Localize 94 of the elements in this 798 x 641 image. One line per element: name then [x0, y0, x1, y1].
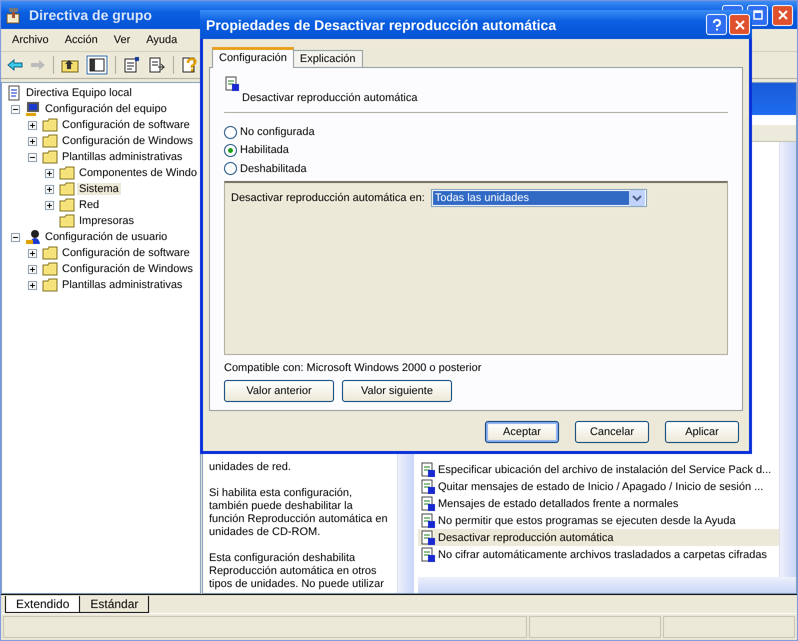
help-button[interactable] — [706, 14, 727, 35]
help-icon[interactable] — [181, 56, 199, 74]
help-icon — [712, 18, 722, 30]
back-arrow-icon[interactable] — [7, 59, 23, 71]
radio-label: No configurada — [240, 126, 315, 138]
menu-item[interactable]: Archivo — [4, 34, 57, 46]
description-text: unidades de red. — [209, 461, 292, 474]
tree-item[interactable]: Sistema — [77, 183, 121, 195]
setting-icon — [420, 530, 436, 546]
tree-item[interactable]: Configuración de Windows — [60, 263, 195, 275]
folder-icon — [42, 134, 58, 148]
folder-icon — [59, 166, 75, 180]
folder-icon — [59, 198, 75, 212]
expand-icon[interactable] — [28, 264, 37, 274]
expand-icon[interactable] — [45, 168, 54, 178]
setting-row[interactable]: Desactivar reproducción automática — [418, 529, 779, 546]
tree-item[interactable]: Configuración de usuario — [43, 231, 170, 243]
expand-icon[interactable] — [28, 248, 37, 258]
folder-up-icon[interactable] — [61, 57, 79, 73]
setting-icon — [420, 512, 436, 528]
setting-row[interactable]: Quitar mensajes de estado de Inicio / Apagado / Inicio de sesión ... — [418, 478, 779, 495]
tree-item[interactable]: Plantillas administrativas — [60, 279, 184, 291]
window-title: Directiva de grupo — [29, 7, 152, 23]
setting-icon — [420, 462, 436, 478]
setting-row[interactable]: No permitir que estos programas se ejecuten desde la Ayuda — [418, 512, 779, 529]
tree-item[interactable]: Configuración de software — [60, 247, 192, 259]
radio-button[interactable] — [224, 144, 237, 157]
radio-label: Habilitada — [240, 144, 289, 156]
tree-item[interactable]: Red — [77, 199, 102, 211]
menu-item[interactable]: Ver — [106, 34, 138, 46]
tree-item[interactable]: Configuración del equipo — [43, 103, 169, 115]
folder-icon — [42, 118, 58, 132]
setting-icon — [420, 496, 436, 512]
tree-item[interactable]: Plantillas administrativas — [60, 151, 184, 163]
user-icon — [25, 229, 41, 245]
dialog-button[interactable]: Cancelar — [575, 421, 649, 443]
setting-row[interactable]: No cifrar automáticamente archivos trasladados a carpetas cifradas — [418, 546, 779, 563]
compatibility-text: Compatible con: Microsoft Windows 2000 o posterior — [224, 362, 482, 374]
dialog-title: Propiedades de Desactivar reproducción automática — [206, 16, 556, 32]
collapse-icon[interactable] — [11, 232, 20, 242]
close-button[interactable] — [729, 14, 750, 35]
tree-item[interactable]: Componentes de Windo — [77, 167, 200, 179]
tree-toggle-icon[interactable] — [86, 55, 108, 75]
nav-button[interactable]: Valor anterior — [224, 380, 334, 402]
scroll-icon — [6, 85, 22, 101]
expand-icon[interactable] — [45, 184, 54, 194]
properties-icon[interactable] — [123, 56, 141, 74]
folder-icon — [59, 214, 75, 228]
expand-icon[interactable] — [28, 280, 37, 290]
computer-icon — [25, 101, 41, 117]
export-list-icon[interactable] — [148, 56, 166, 74]
setting-row[interactable]: Especificar ubicación del archivo de instalación del Service Pack d... — [418, 461, 779, 478]
tree-item[interactable]: Directiva Equipo local — [24, 87, 134, 99]
tree-item[interactable]: Impresoras — [77, 215, 136, 227]
collapse-icon[interactable] — [11, 104, 20, 114]
expand-icon[interactable] — [45, 200, 54, 210]
maximize-icon — [752, 10, 762, 20]
view-tab[interactable]: Extendido — [5, 596, 80, 613]
dialog-button[interactable]: Aceptar — [485, 421, 559, 443]
close-icon — [778, 10, 788, 20]
radio-button[interactable] — [224, 162, 237, 176]
menu-item[interactable]: Ayuda — [138, 34, 186, 46]
dialog-tab[interactable]: Configuración — [212, 47, 294, 68]
caret-icon — [628, 190, 645, 206]
dialog-tab[interactable]: Explicación — [292, 50, 363, 67]
menu-item[interactable]: Acción — [56, 34, 106, 46]
folder-icon — [59, 182, 75, 196]
nav-button[interactable]: Valor siguiente — [342, 380, 452, 402]
view-tab[interactable]: Estándar — [79, 596, 150, 613]
setting-icon — [224, 76, 240, 92]
collapse-icon[interactable] — [28, 152, 37, 162]
folder-icon — [42, 278, 58, 292]
tree-item[interactable]: Configuración de Windows — [60, 135, 195, 147]
setting-icon — [420, 546, 436, 562]
dropdown[interactable]: Todas las unidades — [430, 188, 647, 207]
radio-label: Deshabilitada — [240, 162, 307, 175]
dropdown-label: Desactivar reproducción automática en: — [231, 192, 425, 204]
setting-row[interactable]: Mensajes de estado detallados frente a normales — [418, 495, 779, 512]
scrollbar[interactable] — [779, 142, 796, 577]
close-icon — [734, 20, 744, 30]
description-text: Si habilita esta configuración, también puede deshabilitar la función Reproducción automática en unidades de CD-ROM. — [209, 487, 389, 539]
folder-icon — [42, 262, 58, 276]
scrollbar[interactable] — [418, 577, 796, 593]
setting-icon — [420, 478, 436, 494]
folder-icon — [42, 150, 58, 164]
radio-button[interactable] — [224, 126, 237, 139]
close-button[interactable] — [772, 4, 793, 26]
folder-icon — [42, 246, 58, 260]
dialog-button[interactable]: Aplicar — [665, 421, 739, 443]
expand-icon[interactable] — [28, 136, 37, 146]
description-text: Esta configuración deshabilita Reproducción automática en otros tipos de unidades. No puede utilizar — [209, 552, 385, 591]
setting-name: Desactivar reproducción automática — [242, 92, 418, 104]
expand-icon[interactable] — [28, 120, 37, 130]
tree-item[interactable]: Configuración de software — [60, 119, 192, 131]
